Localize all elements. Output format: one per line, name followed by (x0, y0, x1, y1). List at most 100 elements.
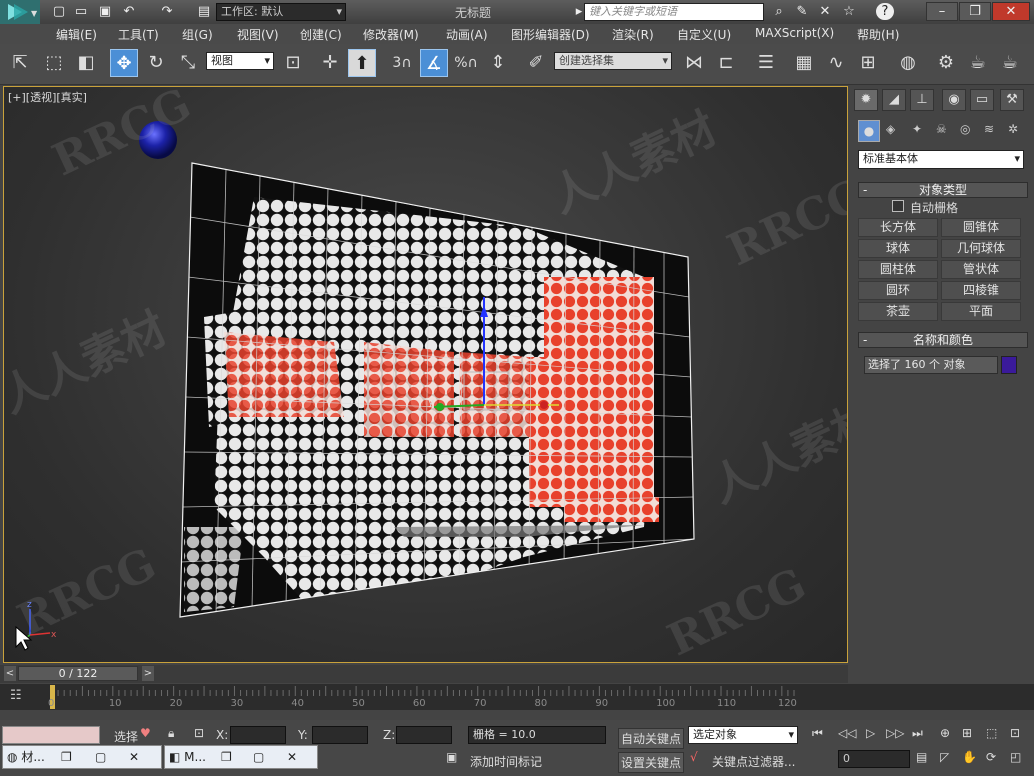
tube-button[interactable]: 管状体 (941, 260, 1021, 279)
toggle-ribbon-icon[interactable]: ▦ (790, 49, 818, 77)
go-to-end-icon[interactable]: ⏭ (912, 726, 923, 741)
menu-rendering[interactable]: 渲染(R) (612, 26, 654, 43)
time-slider[interactable]: < 0 / 122 > (0, 665, 848, 683)
auto-key-button[interactable]: 自动关键点 (618, 728, 685, 749)
menu-customize[interactable]: 自定义(U) (677, 26, 731, 43)
object-color-swatch[interactable] (1001, 356, 1017, 374)
lights-icon[interactable]: ✦ (912, 122, 922, 136)
systems-icon[interactable]: ✲ (1008, 122, 1018, 136)
category-dropdown[interactable]: 标准基本体 ▾ (858, 150, 1024, 169)
move-icon[interactable]: ✥ (110, 49, 138, 77)
save-file-icon[interactable]: ▣ (96, 3, 114, 20)
maximize-icon[interactable]: ❐ (959, 2, 991, 21)
autogrid-checkbox[interactable] (892, 200, 904, 212)
track-bar[interactable]: ☷ 0 10 20 30 40 50 60 70 80 90 100 110 120 (0, 684, 1034, 710)
lock-icon[interactable]: 🔒︎ (168, 726, 174, 741)
display-tab-icon[interactable]: ▭ (970, 89, 994, 111)
time-slider-thumb[interactable]: 0 / 122 (18, 666, 138, 681)
help-icon[interactable]: ? (876, 3, 894, 20)
menu-edit[interactable]: 编辑(E) (56, 26, 97, 43)
menu-tools[interactable]: 工具(T) (118, 26, 159, 43)
mirror-icon[interactable]: ⋈ (680, 49, 708, 77)
zoom-extents-all-icon[interactable]: ⊡ (1010, 726, 1020, 740)
close-icon[interactable]: ✕ (287, 746, 297, 768)
search-binoculars-icon[interactable]: ⌕ (770, 3, 788, 20)
teapot-button[interactable]: 茶壶 (858, 302, 938, 321)
shapes-icon[interactable]: ◈ (886, 122, 895, 136)
undo-icon[interactable]: ↶ (120, 3, 138, 20)
window-crossing-icon[interactable]: ◧ (72, 49, 100, 77)
z-coordinate-field[interactable] (396, 726, 452, 744)
menu-modifiers[interactable]: 修改器(M) (363, 26, 419, 43)
mini-curve-editor-icon[interactable]: ☷ (10, 688, 22, 703)
select-object-icon[interactable]: ⇱ (6, 49, 34, 77)
align-icon[interactable]: ⊏ (712, 49, 740, 77)
favorites-icon[interactable]: ✕ (816, 3, 834, 20)
app-logo[interactable]: ▼ (0, 0, 40, 24)
name-color-rollout-header[interactable]: - 名称和颜色 (858, 332, 1028, 348)
maxscript-listener[interactable] (2, 726, 100, 744)
perspective-viewport[interactable]: [+][透视][真实] y z x RRCG 人人素材 RRCG 人人素材 人人… (3, 86, 848, 663)
redo-icon[interactable]: ↷ (158, 3, 176, 20)
new-file-icon[interactable]: ▢ (50, 3, 68, 20)
helpers-icon[interactable]: ◎ (960, 122, 970, 136)
menu-help[interactable]: 帮助(H) (857, 26, 899, 43)
geometry-icon[interactable]: ● (858, 120, 880, 142)
zoom-all-icon[interactable]: ⊞ (962, 726, 972, 740)
curve-editor-icon[interactable]: ∿ (822, 49, 850, 77)
next-frame-icon[interactable]: > (142, 666, 154, 681)
menu-graph-editors[interactable]: 图形编辑器(D) (511, 26, 590, 43)
motion-tab-icon[interactable]: ◉ (942, 89, 966, 111)
close-icon[interactable]: ✕ (992, 2, 1030, 21)
image-plane-object[interactable] (174, 157, 704, 627)
maximize-viewport-icon[interactable]: ◰ (1010, 750, 1021, 764)
zoom-extents-icon[interactable]: ⬚ (986, 726, 997, 740)
percent-snap-icon[interactable]: %∩ (452, 49, 480, 77)
material-editor-icon[interactable]: ◍ (894, 49, 922, 77)
menu-create[interactable]: 创建(C) (300, 26, 342, 43)
menu-maxscript[interactable]: MAXScript(X) (755, 26, 834, 40)
geosphere-button[interactable]: 几何球体 (941, 239, 1021, 258)
cylinder-button[interactable]: 圆柱体 (858, 260, 938, 279)
orbit-icon[interactable]: ⟳ (986, 750, 996, 764)
space-warps-icon[interactable]: ≋ (984, 122, 994, 136)
spinner-snap-icon[interactable]: ⇕ (484, 49, 512, 77)
key-filters-button[interactable]: 关键点过滤器... (712, 753, 795, 770)
utilities-tab-icon[interactable]: ⚒ (1000, 89, 1024, 111)
time-config-icon[interactable]: ▤ (916, 750, 927, 764)
named-selection-set-dropdown[interactable]: 创建选择集 ▾ (554, 52, 672, 70)
close-icon[interactable]: ✕ (129, 746, 139, 768)
next-key-icon[interactable]: ▷▷ (886, 726, 904, 740)
go-to-start-icon[interactable]: ⏮ (812, 726, 823, 741)
render-setup-icon[interactable]: ⚙ (932, 49, 960, 77)
taskbar-item-material[interactable]: ◍ 材... ❐ ▢ ✕ (2, 745, 162, 769)
scale-icon[interactable]: ⤡ (174, 49, 202, 77)
absolute-mode-icon[interactable]: ⊡ (194, 726, 204, 740)
sphere-object[interactable] (139, 121, 177, 159)
star-icon[interactable]: ☆ (840, 3, 858, 20)
open-file-icon[interactable]: ▭ (72, 3, 90, 20)
restore-icon[interactable]: ❐ (221, 746, 232, 768)
zoom-icon[interactable]: ⊕ (940, 726, 950, 740)
menu-view[interactable]: 视图(V) (237, 26, 279, 43)
prev-frame-icon[interactable]: < (4, 666, 16, 681)
pan-icon[interactable]: ✋ (962, 750, 977, 764)
selected-object-dropdown[interactable]: 选定对象 ▾ (688, 726, 798, 744)
box-button[interactable]: 长方体 (858, 218, 938, 237)
maximize-icon[interactable]: ▢ (253, 746, 264, 768)
object-name-field[interactable]: 选择了 160 个 对象 (864, 356, 998, 374)
hierarchy-tab-icon[interactable]: ⊥ (910, 89, 934, 111)
fov-icon[interactable]: ◸ (940, 750, 949, 764)
y-coordinate-field[interactable] (312, 726, 368, 744)
rotate-icon[interactable]: ↻ (142, 49, 170, 77)
menu-animation[interactable]: 动画(A) (446, 26, 488, 43)
layer-manager-icon[interactable]: ☰ (752, 49, 780, 77)
key-mode-icon[interactable]: √ (690, 750, 698, 764)
edit-named-selection-icon[interactable]: ✐ (522, 49, 550, 77)
current-frame-field[interactable]: 0 (838, 750, 910, 768)
ref-coord-dropdown[interactable]: 视图 ▾ (206, 52, 274, 70)
project-folder-icon[interactable]: ▤ (195, 3, 213, 20)
x-coordinate-field[interactable] (230, 726, 286, 744)
angle-snap-icon[interactable]: ∡ (420, 49, 448, 77)
select-manipulate-icon[interactable]: ✛ (316, 49, 344, 77)
